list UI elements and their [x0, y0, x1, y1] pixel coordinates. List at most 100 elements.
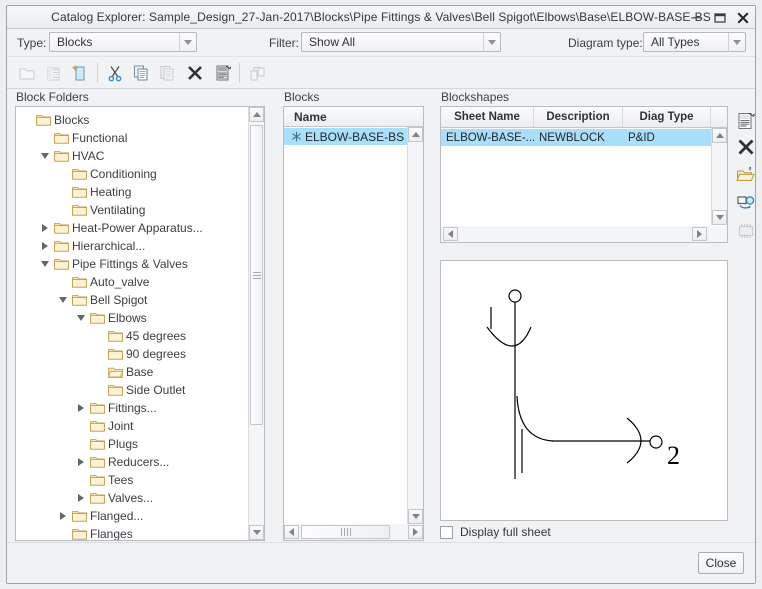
- tree-node[interactable]: Pipe Fittings & Valves: [38, 255, 188, 273]
- tree-node[interactable]: Base: [92, 363, 153, 381]
- column-header-sheet-name[interactable]: Sheet Name: [441, 107, 534, 127]
- tree-scroll-thumb[interactable]: [250, 125, 263, 425]
- chevron-right-icon[interactable]: [38, 237, 52, 255]
- tree-node[interactable]: Valves...: [74, 489, 153, 507]
- close-button[interactable]: Close: [698, 552, 744, 574]
- blockshapes-vertical-scrollbar[interactable]: [711, 128, 727, 225]
- tree-node[interactable]: 90 degrees: [92, 345, 186, 363]
- edit-properties-icon[interactable]: [733, 108, 759, 134]
- chevron-down-icon[interactable]: [179, 33, 196, 51]
- new-folder-icon[interactable]: [15, 61, 39, 85]
- tree-node[interactable]: Functional: [38, 129, 127, 147]
- tree-node-label: Elbows: [108, 311, 147, 325]
- block-folders-tree[interactable]: Blocks Functional HVAC Conditioning Heating V…: [15, 106, 265, 541]
- chevron-down-icon[interactable]: [38, 255, 52, 273]
- scroll-up-button[interactable]: [712, 128, 727, 143]
- tree-node[interactable]: Joint: [74, 417, 133, 435]
- cut-icon[interactable]: [103, 61, 127, 85]
- blocks-hscroll-thumb[interactable]: [301, 525, 390, 539]
- new-block-icon[interactable]: [67, 61, 91, 85]
- scroll-left-button[interactable]: [443, 227, 458, 241]
- column-header-description[interactable]: Description: [534, 107, 623, 127]
- type-combo[interactable]: Blocks: [49, 32, 197, 52]
- scroll-right-button[interactable]: [408, 525, 423, 539]
- tree-node[interactable]: Ventilating: [56, 201, 145, 219]
- blocks-panel-label: Blocks: [284, 90, 320, 104]
- chip-icon[interactable]: [733, 218, 759, 244]
- blocks-vertical-scrollbar[interactable]: [407, 127, 423, 524]
- chevron-down-icon[interactable]: [483, 33, 500, 51]
- table-row[interactable]: ELBOW-BASE-... NEWBLOCK P&ID: [441, 129, 711, 146]
- tree-node[interactable]: Bell Spigot: [56, 291, 147, 309]
- scroll-down-button[interactable]: [408, 509, 423, 524]
- chevron-down-icon[interactable]: [728, 33, 745, 51]
- tree-node[interactable]: 45 degrees: [92, 327, 186, 345]
- port-label-2: 2: [667, 441, 680, 470]
- tree-node-label: Heating: [90, 185, 132, 199]
- tree-node[interactable]: Elbows: [74, 309, 147, 327]
- filter-bar: Type: Blocks Filter: Show All Diagram ty…: [7, 29, 755, 57]
- blocks-horizontal-scrollbar[interactable]: [284, 524, 423, 540]
- close-icon[interactable]: [736, 11, 750, 25]
- scroll-down-button[interactable]: [712, 210, 727, 225]
- tree-node-label: Functional: [72, 131, 128, 145]
- new-page-icon[interactable]: [41, 61, 65, 85]
- chevron-right-icon[interactable]: [56, 507, 70, 525]
- tree-node-label: Bell Spigot: [90, 293, 148, 307]
- tree-node[interactable]: Hierarchical...: [38, 237, 145, 255]
- maximize-icon[interactable]: [713, 11, 727, 25]
- move-to-folder-icon[interactable]: [245, 61, 269, 85]
- diagram-type-combo[interactable]: All Types: [643, 32, 746, 52]
- tree-node[interactable]: Conditioning: [56, 165, 157, 183]
- column-header-diag-type[interactable]: Diag Type: [623, 107, 711, 127]
- blocks-list-panel[interactable]: Name ELBOW-BASE-BS: [283, 106, 424, 541]
- scroll-down-button[interactable]: [249, 525, 264, 540]
- chevron-down-icon[interactable]: [56, 291, 70, 309]
- tree-node-label: Heat-Power Apparatus...: [72, 221, 203, 235]
- tree-node[interactable]: Blocks: [20, 111, 89, 129]
- blocks-list-item[interactable]: ELBOW-BASE-BS: [284, 128, 407, 145]
- display-full-sheet-row[interactable]: Display full sheet: [440, 525, 551, 539]
- chevron-right-icon[interactable]: [38, 219, 52, 237]
- tree-vertical-scrollbar[interactable]: [248, 107, 264, 540]
- blockshapes-table[interactable]: Sheet Name Description Diag Type ELBOW-B…: [440, 106, 728, 243]
- copy-icon[interactable]: [129, 61, 153, 85]
- filter-label: Filter:: [269, 36, 299, 50]
- chevron-right-icon[interactable]: [74, 489, 88, 507]
- tree-node[interactable]: Flanges: [56, 525, 133, 540]
- scroll-up-button[interactable]: [408, 127, 423, 142]
- tree-node[interactable]: Flanged...: [56, 507, 143, 525]
- scroll-right-button[interactable]: [692, 227, 707, 241]
- paste-icon[interactable]: [155, 61, 179, 85]
- scroll-up-button[interactable]: [249, 107, 264, 122]
- tree-node[interactable]: HVAC: [38, 147, 104, 165]
- tree-node[interactable]: Plugs: [74, 435, 138, 453]
- blockshape-preview[interactable]: 2: [440, 260, 728, 521]
- tree-toggle-spacer: [92, 345, 106, 363]
- tree-node[interactable]: Reducers...: [74, 453, 169, 471]
- folder-icon: [106, 381, 124, 399]
- chevron-down-icon[interactable]: [74, 309, 88, 327]
- tree-node-label: Hierarchical...: [72, 239, 146, 253]
- scroll-left-button[interactable]: [284, 525, 299, 539]
- tree-toggle-spacer: [92, 381, 106, 399]
- delete-x-icon[interactable]: [733, 134, 759, 160]
- chevron-right-icon[interactable]: [74, 399, 88, 417]
- tree-node[interactable]: Auto_valve: [56, 273, 149, 291]
- tree-node[interactable]: Tees: [74, 471, 133, 489]
- delete-icon[interactable]: [183, 61, 207, 85]
- tree-node[interactable]: Heat-Power Apparatus...: [38, 219, 203, 237]
- blockshapes-horizontal-scrollbar[interactable]: [441, 226, 727, 242]
- chevron-right-icon[interactable]: [74, 453, 88, 471]
- chevron-down-icon[interactable]: [38, 147, 52, 165]
- tree-node-label: Auto_valve: [90, 275, 150, 289]
- tree-node[interactable]: Side Outlet: [92, 381, 185, 399]
- refresh-preview-icon[interactable]: [733, 190, 759, 216]
- tree-node[interactable]: Fittings...: [74, 399, 157, 417]
- display-full-sheet-checkbox[interactable]: [440, 525, 453, 539]
- minimize-icon[interactable]: [690, 11, 704, 25]
- properties-icon[interactable]: [211, 61, 235, 85]
- filter-combo[interactable]: Show All: [301, 32, 501, 52]
- tree-node[interactable]: Heating: [56, 183, 131, 201]
- open-folder-icon[interactable]: [733, 162, 759, 188]
